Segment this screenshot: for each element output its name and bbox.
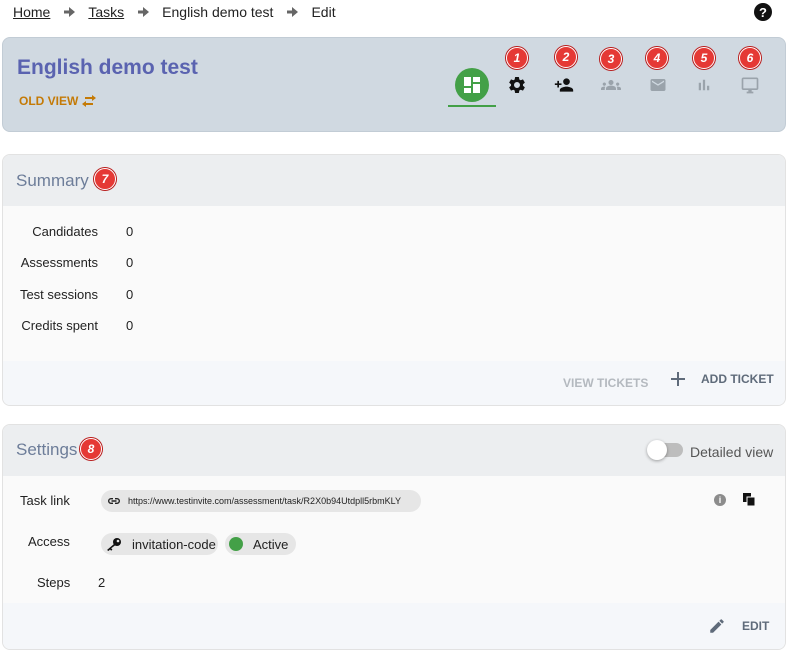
tab-dashboard[interactable] — [455, 68, 489, 102]
detailed-view-toggle[interactable] — [647, 440, 683, 460]
detailed-view-label: Detailed view — [690, 444, 774, 460]
tab-candidates[interactable] — [596, 70, 626, 100]
breadcrumb-task: English demo test — [162, 4, 274, 20]
status-dot-icon — [229, 537, 243, 551]
step-badge: 1 — [506, 47, 528, 69]
task-header: English demo test OLD VIEW 1 2 3 4 5 6 — [2, 37, 786, 132]
step-badge: 5 — [693, 47, 715, 69]
tab-proctoring[interactable] — [735, 70, 765, 100]
access-type-chip: invitation-code — [101, 533, 218, 555]
step-badge: 6 — [739, 47, 761, 69]
edit-label: EDIT — [742, 619, 770, 633]
toggle-knob — [647, 440, 667, 460]
summary-header: Summary 7 — [3, 155, 785, 206]
old-view-label: OLD VIEW — [19, 94, 79, 108]
breadcrumb-tasks-link[interactable]: Tasks — [88, 4, 124, 20]
access-status: Active — [253, 536, 289, 552]
breadcrumb-current: Edit — [311, 4, 336, 20]
stat-value: 0 — [126, 287, 134, 302]
arrow-right-icon — [137, 6, 149, 18]
settings-title: Settings — [16, 440, 78, 459]
arrow-right-icon — [63, 6, 75, 18]
stat-label: Assessments — [20, 255, 98, 270]
copy-icon[interactable] — [743, 493, 756, 511]
task-link-url: https://www.testinvite.com/assessment/ta… — [128, 496, 401, 506]
arrow-right-icon — [286, 6, 298, 18]
add-ticket-button[interactable]: ADD TICKET — [671, 372, 774, 386]
access-type: invitation-code — [132, 536, 216, 552]
help-icon[interactable]: ? — [754, 3, 772, 21]
tab-mail[interactable] — [643, 70, 673, 100]
stat-label: Credits spent — [21, 318, 98, 333]
summary-footer: VIEW TICKETS ADD TICKET — [3, 361, 785, 405]
step-badge: 7 — [94, 168, 116, 190]
swap-icon — [82, 95, 97, 107]
group-icon — [601, 80, 621, 90]
tab-settings[interactable] — [502, 70, 532, 100]
link-icon — [108, 498, 120, 504]
old-view-button[interactable]: OLD VIEW — [19, 94, 97, 108]
dashboard-icon — [464, 77, 480, 93]
gear-icon — [509, 76, 525, 93]
access-status-chip: Active — [225, 533, 296, 555]
tab-add-candidate[interactable] — [549, 70, 579, 100]
mail-icon — [650, 79, 666, 91]
person-add-icon — [554, 78, 574, 92]
plus-icon — [671, 372, 685, 386]
task-link-label: Task link — [20, 493, 70, 508]
step-badge: 8 — [80, 438, 102, 460]
steps-value: 2 — [98, 575, 106, 590]
breadcrumb-home-link[interactable]: Home — [13, 4, 50, 20]
stat-value: 0 — [126, 318, 134, 333]
edit-button[interactable]: EDIT — [708, 617, 769, 635]
summary-card: Summary 7 Candidates 0 Assessments 0 Tes… — [2, 154, 786, 406]
task-link-chip[interactable]: https://www.testinvite.com/assessment/ta… — [101, 490, 421, 512]
settings-footer: EDIT — [3, 603, 785, 649]
bar-chart-icon — [698, 79, 710, 91]
stat-label: Test sessions — [19, 287, 98, 302]
breadcrumb: Home Tasks English demo test Edit — [13, 4, 336, 20]
settings-header: Settings 8 Detailed view — [3, 425, 785, 476]
view-tickets-button[interactable]: VIEW TICKETS — [563, 376, 648, 390]
tab-reports[interactable] — [689, 70, 719, 100]
step-badge: 3 — [600, 48, 622, 70]
step-badge: 2 — [555, 46, 577, 68]
key-icon — [107, 538, 121, 551]
summary-title: Summary — [16, 171, 89, 190]
steps-label: Steps — [37, 575, 71, 590]
add-ticket-label: ADD TICKET — [701, 372, 774, 386]
stat-value: 0 — [126, 224, 134, 239]
stat-label: Candidates — [32, 224, 98, 239]
monitor-icon — [741, 77, 759, 94]
info-icon[interactable]: i — [714, 494, 726, 506]
settings-card: Settings 8 Detailed view Task link https… — [2, 424, 786, 650]
page-title: English demo test — [17, 56, 198, 79]
step-badge: 4 — [646, 47, 668, 69]
active-tab-indicator — [448, 105, 496, 107]
stat-value: 0 — [126, 255, 134, 270]
access-label: Access — [28, 534, 70, 549]
pencil-icon — [710, 619, 724, 633]
